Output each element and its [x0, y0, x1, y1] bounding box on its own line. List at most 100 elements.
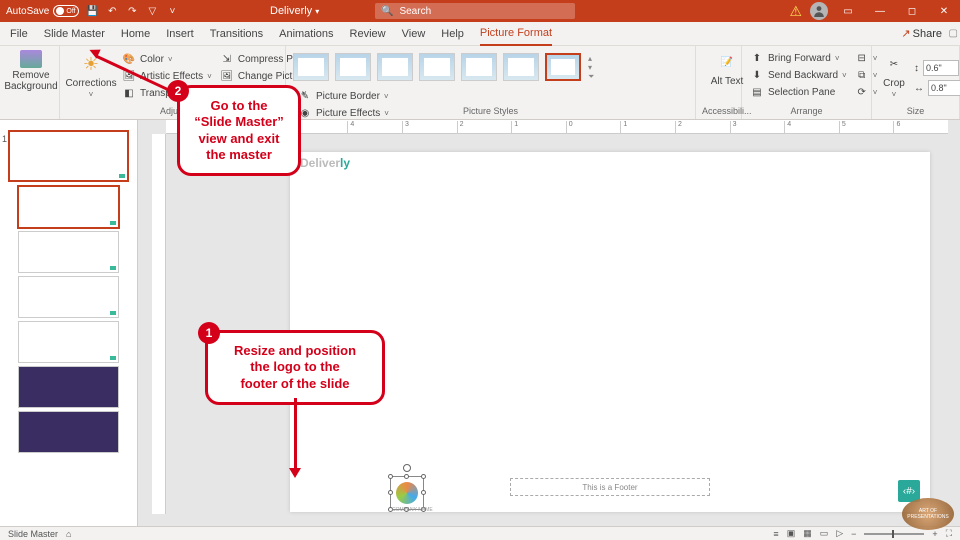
- autosave-label: AutoSave: [6, 6, 49, 17]
- callout-1-arrow: [294, 398, 297, 470]
- warning-icon[interactable]: ⚠: [789, 3, 802, 20]
- tab-help[interactable]: Help: [441, 22, 464, 46]
- callout-1-number: 1: [198, 322, 220, 344]
- notes-button[interactable]: ≡: [773, 529, 778, 539]
- tab-view[interactable]: View: [402, 22, 426, 46]
- tab-insert[interactable]: Insert: [166, 22, 194, 46]
- slide-master-canvas[interactable]: Deliverly This is a Footer ‹#› COMPANY N…: [290, 152, 930, 512]
- layout-thumb-4[interactable]: [18, 321, 119, 363]
- picture-style-3[interactable]: [377, 53, 413, 81]
- close-icon[interactable]: ✕: [932, 0, 956, 22]
- artistic-effects-button[interactable]: 🖼Artistic Effects: [120, 68, 214, 84]
- picture-style-1[interactable]: [293, 53, 329, 81]
- logo-image: [396, 482, 418, 504]
- status-mode: Slide Master: [8, 529, 58, 539]
- start-from-beginning-icon[interactable]: ▽: [145, 4, 159, 18]
- minimize-icon[interactable]: —: [868, 0, 892, 22]
- picture-style-5[interactable]: [461, 53, 497, 81]
- width-field[interactable]: 0.8": [928, 80, 960, 96]
- color-button[interactable]: 🎨Color: [120, 51, 214, 67]
- send-backward-button[interactable]: ⬇Send Backward: [748, 67, 849, 83]
- view-reading-icon[interactable]: ▭: [820, 528, 829, 539]
- height-field[interactable]: 0.6": [923, 60, 959, 76]
- view-slideshow-icon[interactable]: ▷: [836, 528, 843, 539]
- group-size-label: Size: [878, 106, 953, 117]
- master-number: 1: [2, 134, 7, 144]
- footer-placeholder[interactable]: This is a Footer: [510, 478, 710, 496]
- callout-2: Go to the “Slide Master” view and exit t…: [177, 85, 301, 176]
- view-sorter-icon[interactable]: ▦: [803, 528, 812, 539]
- qat-customize-icon[interactable]: ˅: [165, 4, 179, 18]
- redo-icon[interactable]: ↷: [125, 4, 139, 18]
- alt-text-icon: 📝: [715, 50, 739, 74]
- master-slide-thumb[interactable]: [8, 130, 129, 182]
- compress-icon: ⇲: [220, 52, 234, 66]
- ribbon-tabs: File Slide Master Home Insert Transition…: [0, 22, 960, 46]
- group-picture-styles-label: Picture Styles: [292, 106, 689, 117]
- group-arrange-label: Arrange: [748, 106, 865, 117]
- crop-button[interactable]: ✂ Crop: [878, 50, 910, 102]
- view-normal-icon[interactable]: ▣: [787, 528, 796, 539]
- account-avatar[interactable]: [810, 2, 828, 20]
- autosave-toggle[interactable]: AutoSave Off: [6, 5, 79, 17]
- crop-icon: ✂: [882, 52, 906, 76]
- picture-style-6[interactable]: [503, 53, 539, 81]
- title-bar: AutoSave Off 💾 ↶ ↷ ▽ ˅ Deliverly ▾ 🔍 Sea…: [0, 0, 960, 22]
- remove-background-button[interactable]: Remove Background: [6, 48, 56, 94]
- width-icon: ↔: [914, 83, 924, 94]
- tab-home[interactable]: Home: [121, 22, 150, 46]
- send-backward-icon: ⬇: [750, 68, 764, 82]
- layout-thumb-2[interactable]: [18, 231, 119, 273]
- corrections-button[interactable]: ☀ Corrections: [66, 50, 116, 102]
- picture-style-4[interactable]: [419, 53, 455, 81]
- zoom-out-icon[interactable]: −: [851, 529, 856, 539]
- search-box[interactable]: 🔍 Search: [375, 3, 575, 19]
- layout-thumb-1[interactable]: [18, 186, 119, 228]
- rotate-handle[interactable]: [403, 464, 411, 472]
- main-area: 1 543210123456 Deliverly This is a Foote…: [0, 120, 960, 526]
- layout-thumb-5[interactable]: [18, 366, 119, 408]
- picture-style-2[interactable]: [335, 53, 371, 81]
- styles-gallery-more[interactable]: ▴▾⏷: [586, 52, 596, 84]
- bring-forward-button[interactable]: ⬆Bring Forward: [748, 50, 849, 66]
- callout-1: Resize and position the logo to the foot…: [205, 330, 385, 405]
- tab-review[interactable]: Review: [350, 22, 386, 46]
- layout-thumb-6[interactable]: [18, 411, 119, 453]
- status-bar: Slide Master ⌂ ≡ ▣ ▦ ▭ ▷ − + ⛶: [0, 526, 960, 540]
- picture-border-button[interactable]: ✎Picture Border: [296, 88, 391, 104]
- fit-window-icon[interactable]: ⛶: [946, 528, 952, 539]
- logo-caption: COMPANY NAME: [392, 507, 433, 513]
- align-icon: ⊟: [855, 51, 869, 65]
- brand-text: Deliverly: [300, 156, 350, 170]
- vertical-ruler[interactable]: [152, 134, 166, 514]
- maximize-icon[interactable]: ◻: [900, 0, 924, 22]
- save-icon[interactable]: 💾: [85, 4, 99, 18]
- selection-pane-button[interactable]: ▤Selection Pane: [748, 84, 849, 100]
- undo-icon[interactable]: ↶: [105, 4, 119, 18]
- tab-file[interactable]: File: [10, 22, 28, 46]
- document-title[interactable]: Deliverly ▾: [270, 5, 319, 17]
- tab-slide-master[interactable]: Slide Master: [44, 22, 105, 46]
- ribbon-display-icon[interactable]: ▭: [836, 0, 860, 22]
- ribbon: Remove Background ☀ Corrections 🎨Color 🖼…: [0, 46, 960, 120]
- tab-transitions[interactable]: Transitions: [210, 22, 263, 46]
- group-icon: ⧉: [855, 68, 869, 82]
- rotate-icon: ⟳: [855, 85, 869, 99]
- zoom-in-icon[interactable]: +: [932, 529, 937, 539]
- zoom-slider[interactable]: [864, 533, 924, 535]
- picture-style-7[interactable]: [545, 53, 581, 81]
- bring-forward-icon: ⬆: [750, 51, 764, 65]
- status-lang-icon[interactable]: ⌂: [66, 529, 71, 539]
- canvas[interactable]: Deliverly This is a Footer ‹#› COMPANY N…: [180, 146, 930, 506]
- collapse-ribbon-icon[interactable]: ▢: [949, 28, 958, 39]
- transparency-icon: ◧: [122, 86, 136, 100]
- tab-picture-format[interactable]: Picture Format: [480, 22, 552, 46]
- remove-bg-icon: [20, 50, 42, 68]
- layout-thumb-3[interactable]: [18, 276, 119, 318]
- selected-logo-picture[interactable]: COMPANY NAME: [394, 480, 420, 506]
- tab-animations[interactable]: Animations: [279, 22, 333, 46]
- search-icon: 🔍: [381, 6, 393, 17]
- share-button[interactable]: Share: [901, 27, 942, 40]
- slide-thumbnail-panel[interactable]: 1: [0, 120, 138, 526]
- watermark-badge: ART OF PRESENTATIONS: [902, 498, 954, 530]
